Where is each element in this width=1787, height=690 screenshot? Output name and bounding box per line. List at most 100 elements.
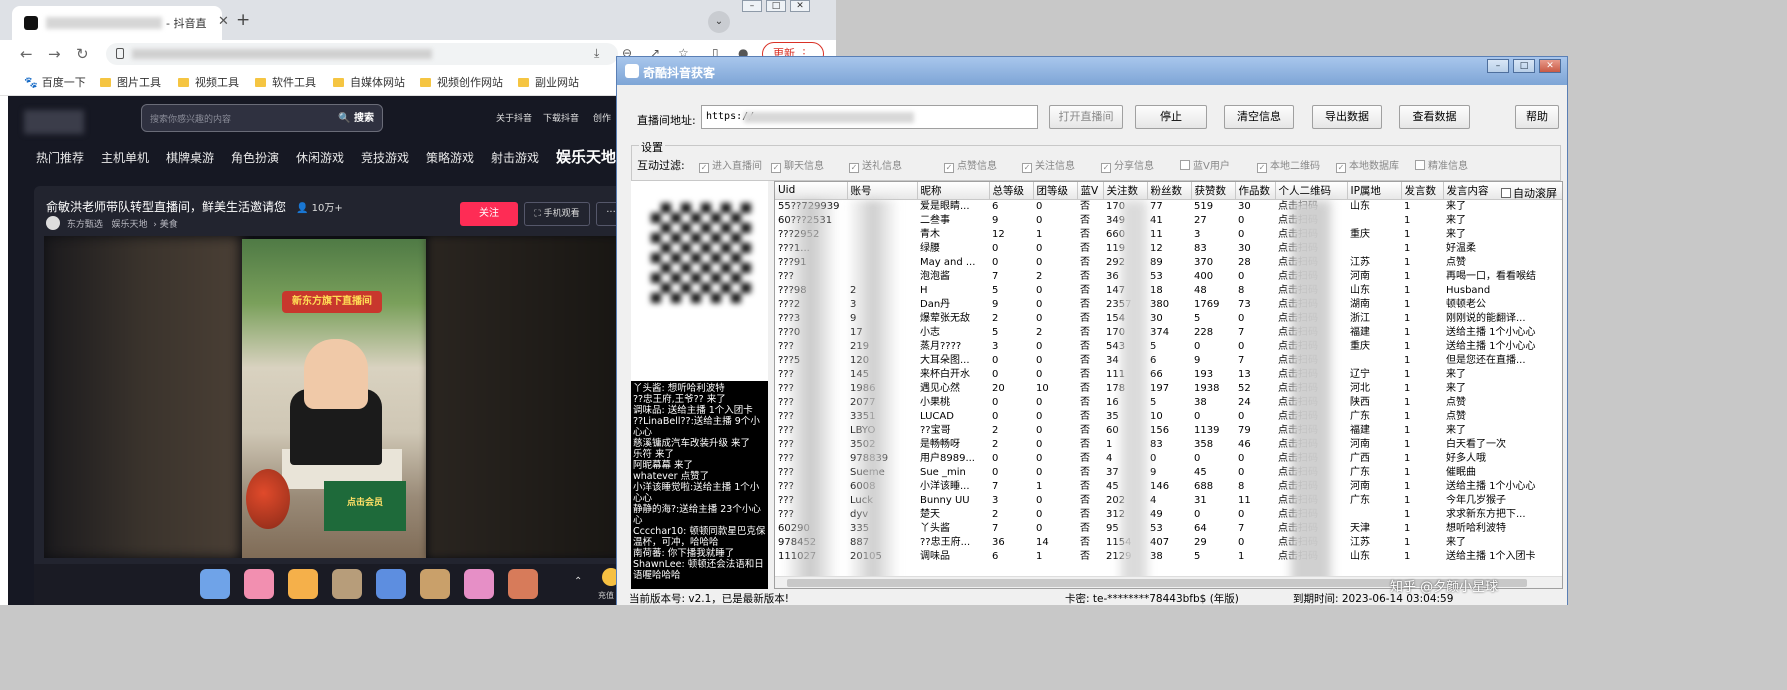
table-row[interactable]: 55??729939 爱是眼睛... 6 0 否 170 77 519 30 点击扫码 山东 1 来了 bbox=[775, 199, 1562, 214]
stop-button[interactable]: 停止 bbox=[1135, 105, 1207, 129]
filter-checkbox[interactable]: ✓ 本地二维码 bbox=[1257, 157, 1320, 173]
search-button[interactable]: 🔍 搜索 bbox=[334, 109, 378, 129]
gift-icon[interactable] bbox=[288, 569, 318, 599]
bookmark-folder[interactable]: 软件工具 bbox=[255, 74, 316, 90]
table-row[interactable]: ???2 3 Dan丹 9 0 否 2357 380 1769 73 点击扫码 湖南 1 顿顿老公 bbox=[775, 298, 1562, 312]
room-url-input[interactable]: https:// bbox=[701, 105, 1038, 129]
recharge-label[interactable]: 充值 bbox=[598, 590, 614, 601]
browser-tab[interactable]: - 抖音直 ✕ bbox=[12, 6, 229, 40]
room-subcategory[interactable]: 美食 bbox=[160, 220, 178, 230]
filter-checkbox[interactable]: 蓝V用户 bbox=[1180, 157, 1230, 172]
filter-checkbox[interactable]: ✓ 进入直播间 bbox=[699, 157, 762, 173]
checkbox-icon[interactable]: ✓ bbox=[849, 163, 859, 173]
gift-icon[interactable] bbox=[508, 569, 538, 599]
table-row[interactable]: ??? Sueme Sue _min 0 0 否 37 9 45 0 点击扫码 广东 1 催眠曲 bbox=[775, 466, 1562, 480]
filter-checkbox[interactable]: ✓ 分享信息 bbox=[1101, 157, 1154, 173]
table-row[interactable]: ??? LBYO ??宝哥 2 0 否 60 156 1139 79 点击扫码 福建 1 来了 bbox=[775, 424, 1562, 438]
back-icon[interactable]: ← bbox=[20, 45, 33, 63]
download-link[interactable]: 下载抖音 bbox=[543, 111, 579, 124]
category-tab[interactable]: 角色扮演 bbox=[231, 149, 279, 166]
column-header[interactable]: Uid bbox=[775, 182, 848, 200]
column-header[interactable]: 发言数 bbox=[1401, 182, 1444, 200]
gift-icon[interactable] bbox=[200, 569, 230, 599]
table-row[interactable]: 111027 20105 调味品 6 1 否 2129 38 5 1 点击扫码 山东 1 送给主播 1个入… bbox=[775, 550, 1562, 564]
category-tab-active[interactable]: 娱乐天地 bbox=[556, 146, 616, 167]
gift-more-icon[interactable]: ⌃ bbox=[574, 576, 582, 587]
category-tab[interactable]: 竞技游戏 bbox=[361, 149, 409, 166]
mobile-watch-button[interactable]: ⛶ 手机观看 bbox=[524, 202, 590, 226]
table-row[interactable]: ???1... 绿腰 0 0 否 119 12 83 30 点击扫码 1 好温柔 bbox=[775, 242, 1562, 256]
table-row[interactable]: ??? Luck Bunny UU 3 0 否 202 4 31 11 点击扫码 广东 1 今年几岁猴子 bbox=[775, 494, 1562, 508]
checkbox-icon[interactable] bbox=[1180, 160, 1190, 170]
search-input[interactable]: 搜索你感兴趣的内容 bbox=[150, 112, 231, 125]
category-tab[interactable]: 策略游戏 bbox=[426, 149, 474, 166]
creator-link[interactable]: 创作 bbox=[593, 111, 611, 124]
table-row[interactable]: 978452 887 ??忠王府... 36 14 否 1154 407 29 0 点击扫码 江苏 1 来… bbox=[775, 536, 1562, 550]
checkbox-icon[interactable] bbox=[1415, 160, 1425, 170]
category-tab[interactable]: 休闲游戏 bbox=[296, 149, 344, 166]
close-icon[interactable]: ✕ bbox=[1539, 59, 1561, 73]
filter-checkbox[interactable]: ✓ 聊天信息 bbox=[771, 157, 824, 173]
help-button[interactable]: 帮助 bbox=[1515, 105, 1559, 129]
view-data-button[interactable]: 查看数据 bbox=[1399, 105, 1470, 129]
gift-icon[interactable] bbox=[376, 569, 406, 599]
category-tab[interactable]: 热门推荐 bbox=[36, 149, 84, 166]
table-row[interactable]: ??? 145 来杯白开水 0 0 否 111 66 193 13 点击扫码 辽宁 1 来了 bbox=[775, 368, 1562, 382]
category-tab[interactable]: 射击游戏 bbox=[491, 149, 539, 166]
forward-icon[interactable]: → bbox=[48, 45, 61, 63]
bookmark-folder[interactable]: 自媒体网站 bbox=[333, 74, 405, 90]
gift-icon[interactable] bbox=[464, 569, 494, 599]
open-room-button[interactable]: 打开直播间 bbox=[1049, 105, 1123, 129]
table-row[interactable]: ??? 泡泡酱 7 2 否 36 53 400 0 点击扫码 河南 1 再喝一口，看看喉结 bbox=[775, 270, 1562, 284]
table-row[interactable]: ??? 219 蒸月???? 3 0 否 543 5 0 0 点击扫码 重庆 1 送给主播 1个小心心 bbox=[775, 340, 1562, 354]
gift-icon[interactable] bbox=[332, 569, 362, 599]
douyin-search-box[interactable]: 搜索你感兴趣的内容 🔍 搜索 bbox=[141, 104, 383, 132]
checkbox-icon[interactable]: ✓ bbox=[771, 163, 781, 173]
table-row[interactable]: ???2952 青木 12 1 否 660 11 3 0 点击扫码 重庆 1 来了 bbox=[775, 228, 1562, 242]
column-header[interactable]: 蓝V bbox=[1077, 182, 1104, 200]
table-row[interactable]: ??? 3502 是畅畅呀 2 0 否 1 83 358 46 点击扫码 河南 1 白天看了一次 bbox=[775, 438, 1562, 452]
column-header[interactable]: 总等级 bbox=[989, 182, 1034, 200]
column-header[interactable]: 团等级 bbox=[1033, 182, 1078, 200]
column-header[interactable]: 昵称 bbox=[917, 182, 990, 200]
bookmark-folder[interactable]: 视频工具 bbox=[178, 74, 239, 90]
maximize-icon[interactable]: □ bbox=[1513, 59, 1535, 73]
table-row[interactable]: ??? 2077 小果桃 0 0 否 16 5 38 24 点击扫码 陕西 1 点赞 bbox=[775, 396, 1562, 410]
category-tab[interactable]: 主机单机 bbox=[101, 149, 149, 166]
table-row[interactable]: ???3 9 爆荤张无敌 2 0 否 154 30 5 0 点击扫码 浙江 1 刚刚说的能翻译... bbox=[775, 312, 1562, 326]
table-row[interactable]: ??? 978839 用户8989... 0 0 否 4 0 0 0 点击扫码 广西 1 好多人哦 bbox=[775, 452, 1562, 466]
checkbox-icon[interactable]: ✓ bbox=[1336, 163, 1346, 173]
table-row[interactable]: ???5 120 大耳朵图... 0 0 否 34 6 9 7 点击扫码 1 但是您还在直播... bbox=[775, 354, 1562, 368]
table-row[interactable]: ??? 6008 小洋该睡... 7 1 否 45 146 688 8 点击扫码 河南 1 送给主播 1个… bbox=[775, 480, 1562, 494]
follow-button[interactable]: 关注 bbox=[460, 202, 518, 226]
filter-checkbox[interactable]: ✓ 本地数据库 bbox=[1336, 157, 1399, 173]
avatar[interactable] bbox=[46, 216, 60, 230]
column-header[interactable]: 作品数 bbox=[1235, 182, 1276, 200]
live-video-player[interactable]: 新东方旗下直播间 点击会员 bbox=[44, 236, 636, 558]
install-icon[interactable]: ⤓ bbox=[594, 46, 599, 61]
table-row[interactable]: ??? 3351 LUCAD 0 0 否 35 10 0 0 点击扫码 广东 1 点赞 bbox=[775, 410, 1562, 424]
minimize-icon[interactable]: – bbox=[742, 0, 762, 12]
reload-icon[interactable]: ↻ bbox=[76, 45, 89, 63]
maximize-icon[interactable]: □ bbox=[766, 0, 786, 12]
export-button[interactable]: 导出数据 bbox=[1312, 105, 1382, 129]
checkbox-icon[interactable]: ✓ bbox=[1101, 163, 1111, 173]
checkbox-icon[interactable]: ✓ bbox=[1257, 163, 1267, 173]
checkbox-icon[interactable] bbox=[1501, 188, 1511, 198]
bookmark-folder[interactable]: 副业网站 bbox=[518, 74, 579, 90]
table-row[interactable]: ???91 May and ... 0 0 否 292 89 370 28 点击扫码 江苏 1 点赞 bbox=[775, 256, 1562, 270]
douyin-logo[interactable] bbox=[24, 110, 84, 134]
checkbox-icon[interactable]: ✓ bbox=[1022, 163, 1032, 173]
table-row[interactable]: 60???2531 二叁事 9 0 否 349 41 27 0 点击扫码 1 来了 bbox=[775, 214, 1562, 228]
room-category[interactable]: 娱乐天地 bbox=[111, 220, 147, 230]
table-row[interactable]: ??? dyv 楚天 2 0 否 312 49 0 0 点击扫码 1 求求新东方把下... bbox=[775, 508, 1562, 522]
minimize-icon[interactable]: – bbox=[1487, 59, 1509, 73]
bookmark-folder[interactable]: 图片工具 bbox=[100, 74, 161, 90]
table-row[interactable]: ??? 1986 遇见心然 20 10 否 178 197 1938 52 点击扫码 河北 1 来了 bbox=[775, 382, 1562, 396]
table-row[interactable]: ???98 2 H 5 0 否 147 18 48 8 点击扫码 山东 1 Husband bbox=[775, 284, 1562, 298]
gift-icon[interactable] bbox=[420, 569, 450, 599]
column-header[interactable]: IP属地 bbox=[1347, 182, 1402, 200]
about-link[interactable]: 关于抖音 bbox=[496, 111, 532, 124]
bookmark-folder[interactable]: 视频创作网站 bbox=[420, 74, 503, 90]
column-header[interactable]: 个人二维码 bbox=[1275, 182, 1348, 200]
